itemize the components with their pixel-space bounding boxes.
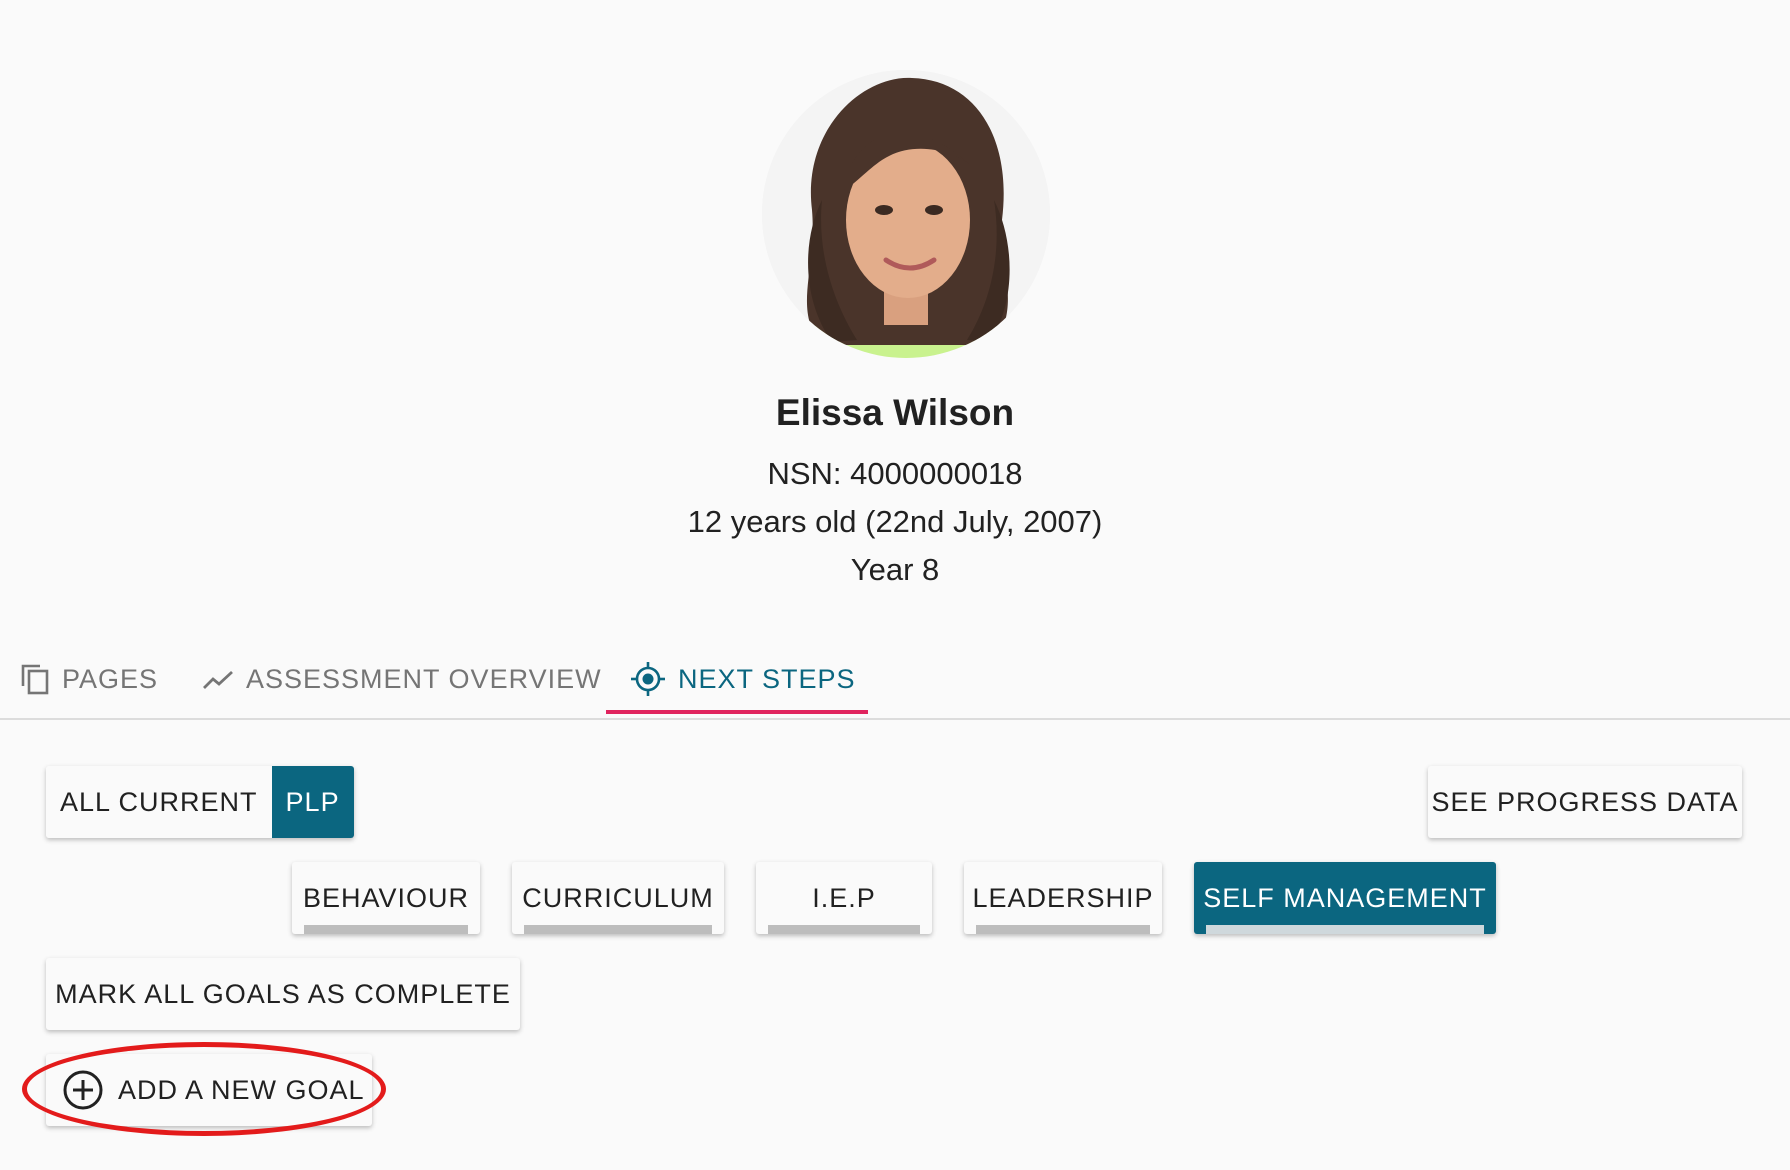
category-bar	[768, 925, 920, 934]
category-curriculum-button[interactable]: CURRICULUM	[512, 862, 724, 934]
category-leadership-button[interactable]: LEADERSHIP	[964, 862, 1162, 934]
category-behaviour-button[interactable]: BEHAVIOUR	[292, 862, 480, 934]
category-leadership-label: LEADERSHIP	[972, 882, 1154, 913]
tab-pages[interactable]: PAGES	[20, 640, 158, 718]
trending-icon	[203, 670, 233, 689]
see-progress-data-button[interactable]: SEE PROGRESS DATA	[1428, 766, 1742, 838]
student-name: Elissa Wilson	[775, 392, 1015, 433]
tab-assessment-overview-label: ASSESSMENT OVERVIEW	[246, 663, 602, 694]
student-year: Year 8	[850, 552, 940, 587]
plp-toggle[interactable]: PLP	[271, 766, 354, 838]
category-bar	[1206, 925, 1484, 934]
student-photo	[762, 70, 1050, 358]
category-iep-label: I.E.P	[812, 882, 876, 913]
target-icon	[631, 662, 665, 696]
add-circle-icon	[63, 1070, 103, 1110]
student-nsn: NSN: 4000000018	[767, 456, 1023, 491]
category-bar	[976, 925, 1150, 934]
category-curriculum-label: CURRICULUM	[522, 882, 714, 913]
tab-next-steps[interactable]: NEXT STEPS	[630, 640, 856, 718]
plp-filter-toggle[interactable]: ALL CURRENT PLP	[46, 766, 354, 838]
active-tab-indicator	[606, 710, 868, 714]
category-self-management-label: SELF MANAGEMENT	[1203, 882, 1487, 913]
mark-all-goals-complete-button[interactable]: MARK ALL GOALS AS COMPLETE	[46, 958, 520, 1030]
student-age: 12 years old (22nd July, 2007)	[687, 504, 1103, 539]
add-new-goal-button[interactable]: ADD A NEW GOAL	[46, 1054, 372, 1126]
pages-icon	[21, 664, 49, 695]
category-bar	[524, 925, 712, 934]
category-iep-button[interactable]: I.E.P	[756, 862, 932, 934]
tab-assessment-overview[interactable]: ASSESSMENT OVERVIEW	[202, 640, 602, 718]
category-behaviour-label: BEHAVIOUR	[302, 882, 470, 913]
add-new-goal-label: ADD A NEW GOAL	[118, 1074, 365, 1105]
category-self-management-button[interactable]: SELF MANAGEMENT	[1194, 862, 1496, 934]
tab-pages-label: PAGES	[62, 663, 159, 694]
student-avatar	[762, 70, 1050, 358]
tab-next-steps-label: NEXT STEPS	[678, 663, 856, 694]
profile-tabs: PAGES ASSESSMENT OVERVIEW NEXT STEPS	[0, 640, 1790, 720]
all-current-toggle[interactable]: ALL CURRENT	[46, 766, 272, 838]
category-bar	[304, 925, 468, 934]
